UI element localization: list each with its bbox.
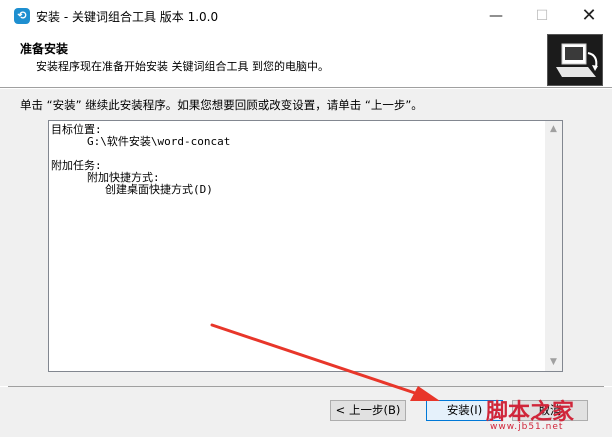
ready-memo[interactable]: 目标位置: G:\软件安装\word-concat 附加任务: 附加快捷方式: … — [48, 120, 563, 372]
close-button[interactable]: ✕ — [566, 0, 612, 32]
page-title: 准备安装 — [20, 42, 69, 56]
back-button[interactable]: < 上一步(B) — [330, 400, 406, 421]
watermark-url: www.jb51.net — [490, 422, 564, 432]
minimize-button[interactable]: — — [473, 0, 519, 32]
memo-line-desktop-shortcut: 创建桌面快捷方式(D) — [105, 183, 213, 196]
memo-line-dest-path: G:\软件安装\word-concat — [87, 135, 231, 148]
window-title: 安装 - 关键词组合工具 版本 1.0.0 — [36, 10, 219, 24]
maximize-button: ☐ — [535, 8, 549, 24]
scroll-down-icon[interactable]: ▼ — [545, 354, 562, 371]
instruction-text: 单击 “安装” 继续此安装程序。如果您想要回顾或改变设置，请单击 “上一步”。 — [20, 98, 423, 112]
title-bar: ⟲ 安装 - 关键词组合工具 版本 1.0.0 — ☐ ✕ — [0, 0, 612, 32]
wizard-content: 单击 “安装” 继续此安装程序。如果您想要回顾或改变设置，请单击 “上一步”。 … — [0, 89, 612, 386]
scroll-up-icon[interactable]: ▲ — [545, 121, 562, 138]
page-subtitle: 安装程序现在准备开始安装 关键词组合工具 到您的电脑中。 — [36, 60, 329, 73]
wizard-header: 准备安装 安装程序现在准备开始安装 关键词组合工具 到您的电脑中。 — [0, 32, 612, 87]
installer-computer-icon — [547, 34, 603, 86]
memo-scrollbar[interactable]: ▲ ▼ — [545, 121, 562, 371]
setup-icon: ⟲ — [14, 8, 30, 24]
